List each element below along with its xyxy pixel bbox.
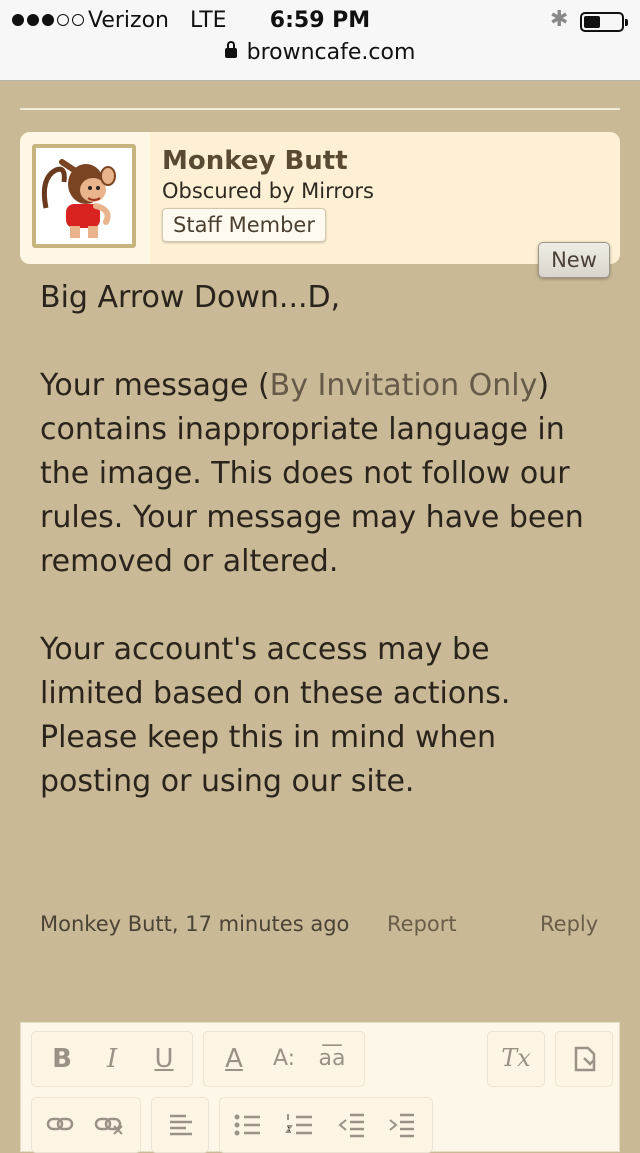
url-bar[interactable]: browncafe.com xyxy=(0,40,640,65)
indent-icon[interactable] xyxy=(386,1112,416,1138)
status-bar: Verizon LTE 6:59 PM ✱ xyxy=(0,6,640,36)
message-greeting: Big Arrow Down...D, xyxy=(40,280,341,315)
align-group xyxy=(151,1097,209,1153)
staff-badge: Staff Member xyxy=(162,208,326,242)
battery-icon xyxy=(580,12,628,32)
post-author-time[interactable]: Monkey Butt, 17 minutes ago xyxy=(40,912,349,936)
list-group xyxy=(219,1097,433,1153)
unlink-icon[interactable] xyxy=(94,1112,124,1136)
divider xyxy=(20,108,620,110)
link-icon[interactable] xyxy=(46,1112,76,1136)
lock-icon xyxy=(224,41,237,58)
editor-toolbar: B I U A A: a͞a Tx xyxy=(20,1022,620,1153)
report-link[interactable]: Report xyxy=(387,912,457,936)
toggle-bbcode-icon[interactable] xyxy=(570,1044,600,1074)
thread-link[interactable]: By Invitation Only xyxy=(270,368,538,403)
bullet-list-icon[interactable] xyxy=(232,1112,262,1138)
font-family-button[interactable]: a͞a xyxy=(312,1046,352,1071)
font-color-button[interactable]: A xyxy=(214,1044,254,1074)
avatar[interactable] xyxy=(32,144,136,248)
avatar-container xyxy=(20,132,150,264)
underline-button[interactable]: U xyxy=(144,1044,184,1074)
italic-button[interactable]: I xyxy=(92,1044,132,1074)
reply-link[interactable]: Reply xyxy=(540,912,598,936)
browser-chrome: Verizon LTE 6:59 PM ✱ browncafe.com xyxy=(0,0,640,81)
font-group: A A: a͞a xyxy=(203,1031,365,1087)
clock: 6:59 PM xyxy=(269,8,371,33)
bluetooth-icon: ✱ xyxy=(550,7,569,32)
message-text: Your message ( xyxy=(40,368,270,403)
remove-format-group: Tx xyxy=(487,1031,545,1087)
text-style-group: B I U xyxy=(31,1031,193,1087)
url-domain: browncafe.com xyxy=(246,40,416,65)
bold-button[interactable]: B xyxy=(42,1044,82,1074)
toggle-bbcode-group xyxy=(555,1031,613,1087)
message-paragraph-1: Your message (By Invitation Only) contai… xyxy=(40,364,600,584)
font-size-button[interactable]: A: xyxy=(264,1046,304,1071)
numbered-list-icon[interactable] xyxy=(284,1112,314,1138)
user-title: Obscured by Mirrors xyxy=(162,179,374,203)
username[interactable]: Monkey Butt xyxy=(162,146,348,176)
new-badge: New xyxy=(538,242,610,278)
outdent-icon[interactable] xyxy=(336,1112,366,1138)
monkey-avatar-image xyxy=(36,148,132,244)
remove-format-button[interactable]: Tx xyxy=(496,1044,536,1072)
align-left-icon[interactable] xyxy=(166,1112,196,1138)
message-body: Big Arrow Down...D, Your message (By Inv… xyxy=(40,276,600,848)
link-group xyxy=(31,1097,141,1153)
message-paragraph-2: Your account's access may be limited bas… xyxy=(40,632,511,799)
author-card: Monkey Butt Obscured by Mirrors Staff Me… xyxy=(20,132,620,264)
